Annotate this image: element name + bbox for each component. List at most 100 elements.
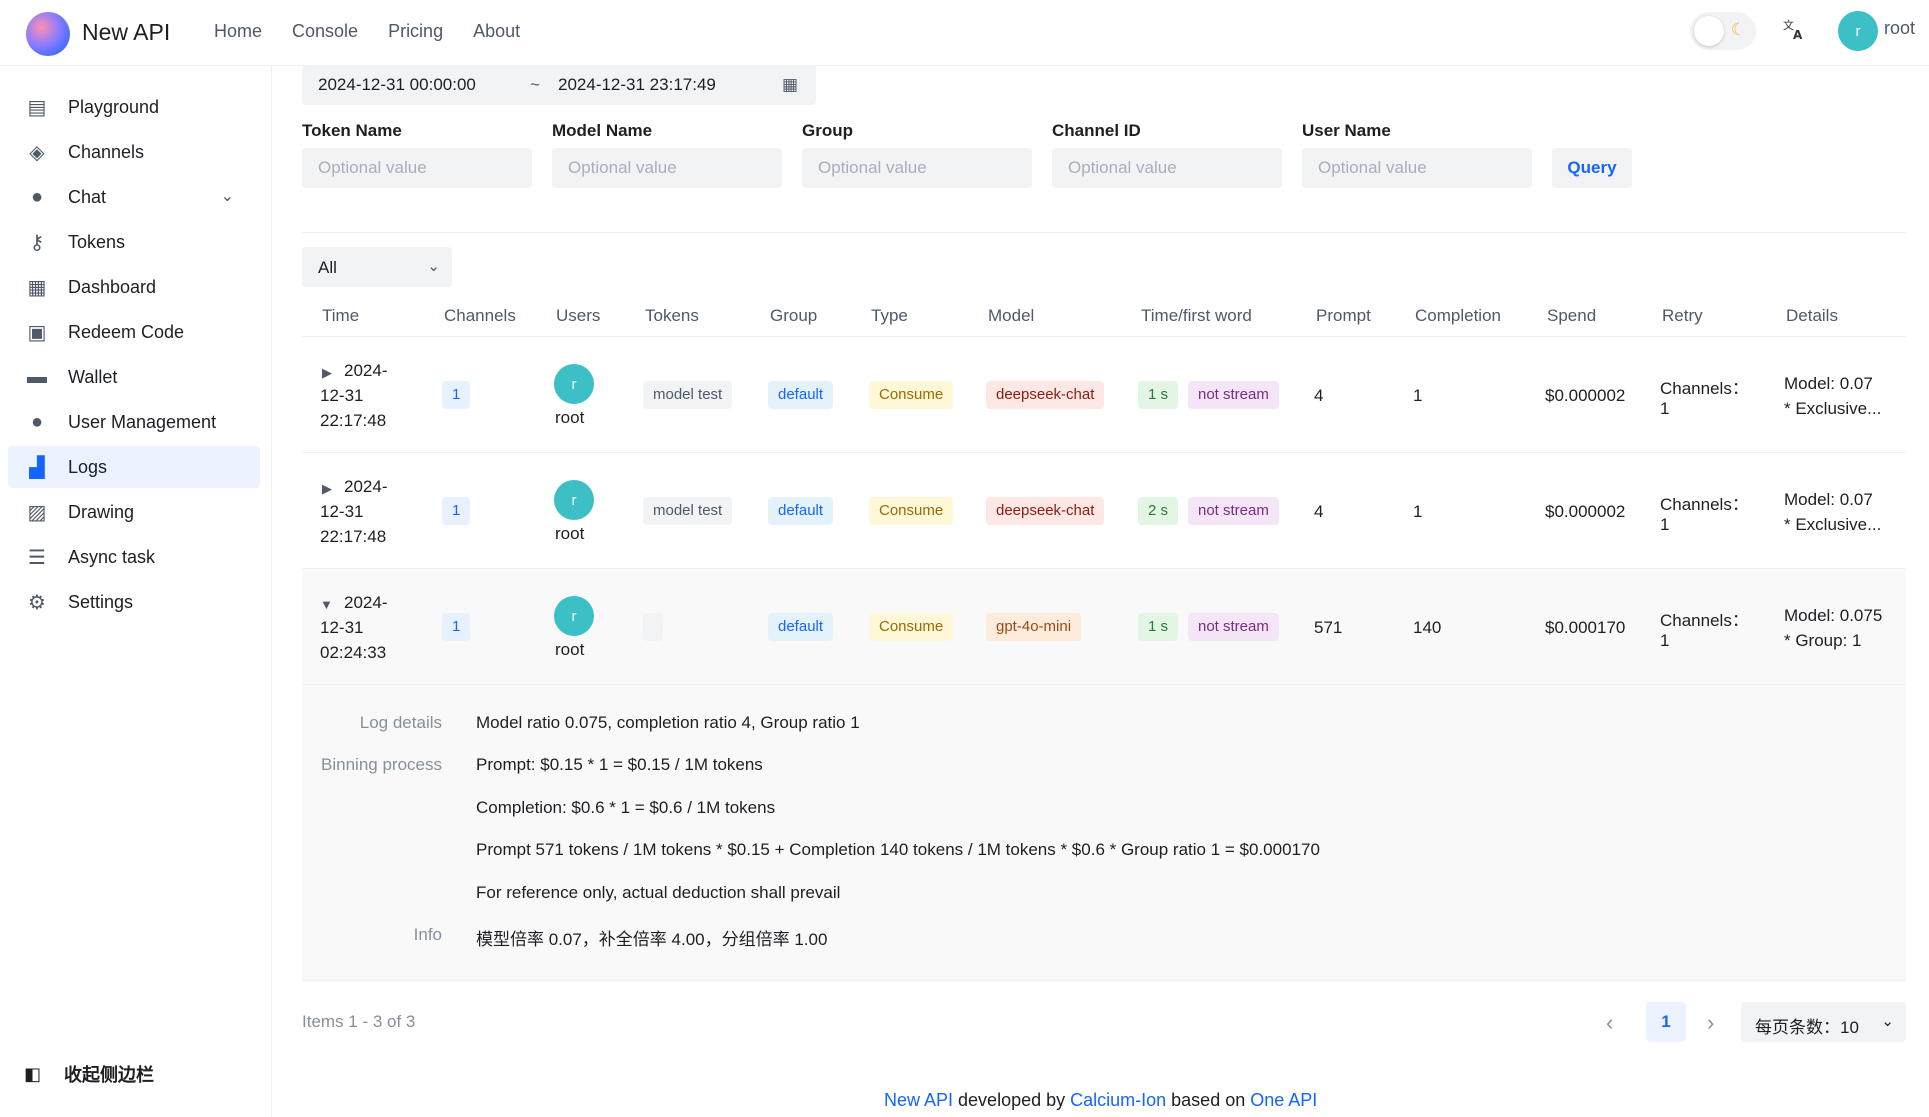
header-username[interactable]: root: [1884, 18, 1915, 39]
details-line-2: * Exclusive...: [1784, 515, 1882, 534]
user-avatar[interactable]: r: [1838, 11, 1878, 51]
type-tag: Consume: [869, 381, 954, 409]
footer: New API developed by Calcium-Ion based o…: [884, 1090, 1317, 1111]
sidebar-item-playground[interactable]: ▤ Playground: [8, 86, 260, 128]
nav-console[interactable]: Console: [292, 21, 358, 42]
group-label: Group: [802, 121, 853, 140]
group-tag: default: [768, 497, 834, 525]
date-separator: ~: [530, 75, 540, 94]
date-start: 2024-12-31 00:00:00: [318, 75, 476, 94]
details-line-2: * Exclusive...: [1784, 399, 1882, 418]
collapse-arrow-icon[interactable]: ▼: [320, 597, 333, 612]
sidebar-item-tokens[interactable]: ⚷ Tokens: [8, 221, 260, 263]
sidebar-item-channels[interactable]: ◈ Channels: [8, 131, 260, 173]
table-row[interactable]: ▶ 2024- 12-31 22:17:48 1 r root model te…: [302, 453, 1906, 569]
billing-line-4: For reference only, actual deduction sha…: [476, 883, 841, 902]
page-button-current[interactable]: 1: [1646, 1002, 1686, 1042]
calendar-icon[interactable]: ▦: [782, 75, 798, 95]
details-line-1: Model: 0.075: [1784, 606, 1883, 625]
expand-arrow-icon[interactable]: ▶: [322, 365, 332, 381]
sidebar-item-drawing[interactable]: ▨ Drawing: [8, 491, 260, 533]
sidebar: ▤ Playground ◈ Channels ● Chat ⌄ ⚷ Token…: [0, 66, 272, 1117]
col-spend: Spend: [1547, 306, 1597, 325]
retry-line-1: Channels：: [1660, 611, 1749, 630]
sidebar-item-chat[interactable]: ● Chat ⌄: [8, 176, 260, 218]
sidebar-item-async-task[interactable]: ☰ Async task: [8, 536, 260, 578]
sidebar-item-dashboard[interactable]: ▦ Dashboard: [8, 266, 260, 308]
collapse-sidebar-button[interactable]: ◧ 收起侧边栏: [24, 1061, 154, 1087]
time-line-3: 22:17:48: [320, 411, 387, 430]
model-name-input[interactable]: [552, 148, 782, 188]
sidebar-item-logs[interactable]: ▟ Logs: [8, 446, 260, 488]
gear-icon: ⚙: [28, 591, 46, 614]
collapse-label: 收起侧边栏: [64, 1065, 154, 1085]
details-line-1: Model: 0.07: [1784, 490, 1873, 509]
sidebar-item-wallet[interactable]: ▬ Wallet: [8, 356, 260, 398]
footer-link-calcium-ion[interactable]: Calcium-Ion: [1070, 1090, 1166, 1110]
prompt-value: 4: [1314, 502, 1324, 521]
model-tag: gpt-4o-mini: [986, 613, 1082, 641]
details-line-1: Model: 0.07: [1784, 374, 1873, 393]
top-nav: Home Console Pricing About: [214, 21, 550, 42]
prev-page-icon[interactable]: ‹: [1606, 1010, 1613, 1036]
col-users: Users: [556, 306, 601, 325]
user-name-input[interactable]: [1302, 148, 1532, 188]
brand-name[interactable]: New API: [82, 19, 170, 46]
top-header: New API Home Console Pricing About ☾ 文A …: [0, 0, 1929, 66]
table-row[interactable]: ▼ 2024- 12-31 02:24:33 1 r root default …: [302, 569, 1906, 685]
sidebar-item-user-management[interactable]: ● User Management: [8, 401, 260, 443]
col-details: Details: [1786, 306, 1838, 325]
translate-icon[interactable]: 文A: [1782, 17, 1806, 47]
model-tag: deepseek-chat: [986, 497, 1105, 525]
billing-line-2: Completion: $0.6 * 1 = $0.6 / 1M tokens: [476, 798, 776, 817]
token-tag: model test: [643, 497, 733, 525]
date-range-picker[interactable]: 2024-12-31 00:00:00 ~ 2024-12-31 23:17:4…: [302, 65, 816, 105]
token-name-input[interactable]: [302, 148, 532, 188]
chevron-down-icon: ⌄: [220, 188, 234, 205]
first-word-tag: 2 s: [1138, 497, 1179, 525]
query-button[interactable]: Query: [1552, 148, 1632, 188]
sidebar-item-label: Redeem Code: [68, 321, 185, 342]
page-size-select[interactable]: 每页条数：10 ⌄: [1741, 1002, 1906, 1042]
date-end: 2024-12-31 23:17:49: [558, 75, 716, 94]
retry-line-2: 1: [1660, 515, 1670, 534]
expand-arrow-icon[interactable]: ▶: [322, 481, 332, 497]
completion-value: 1: [1413, 502, 1423, 521]
table-row[interactable]: ▶ 2024- 12-31 22:17:48 1 r root model te…: [302, 337, 1906, 453]
chevron-down-icon: ⌄: [427, 258, 440, 275]
log-type-select[interactable]: All ⌄: [302, 247, 452, 287]
chat-bubble-icon: ●: [30, 185, 44, 208]
user-name-label: User Name: [1302, 121, 1391, 140]
footer-link-one-api[interactable]: One API: [1250, 1090, 1317, 1110]
user-name: root: [555, 408, 585, 427]
sidebar-item-settings[interactable]: ⚙ Settings: [8, 581, 260, 623]
spend-value: $0.000170: [1545, 618, 1626, 637]
user-name: root: [555, 640, 585, 659]
next-page-icon[interactable]: ›: [1707, 1010, 1714, 1036]
nav-home[interactable]: Home: [214, 21, 262, 42]
log-details-value: Model ratio 0.075, completion ratio 4, G…: [476, 713, 860, 732]
time-line-2: 12-31: [320, 502, 364, 521]
avatar: r: [554, 480, 594, 520]
sidebar-item-label: Drawing: [68, 501, 135, 522]
prompt-value: 571: [1314, 618, 1343, 637]
spend-value: $0.000002: [1545, 386, 1626, 405]
channel-tag: 1: [442, 497, 471, 525]
nav-pricing[interactable]: Pricing: [388, 21, 443, 42]
calendar-clock-icon: ▦: [27, 276, 47, 299]
col-model: Model: [988, 306, 1035, 325]
col-retry: Retry: [1662, 306, 1703, 325]
app-logo[interactable]: [26, 12, 70, 56]
bar-chart-icon: ▟: [29, 456, 45, 479]
footer-link-new-api[interactable]: New API: [884, 1090, 953, 1110]
user-icon: ●: [30, 410, 44, 433]
channel-id-input[interactable]: [1052, 148, 1282, 188]
svg-text:A: A: [1793, 28, 1803, 41]
nav-about[interactable]: About: [473, 21, 520, 42]
retry-line-1: Channels：: [1660, 379, 1749, 398]
theme-toggle[interactable]: ☾: [1690, 12, 1756, 50]
retry-line-1: Channels：: [1660, 495, 1749, 514]
group-input[interactable]: [802, 148, 1032, 188]
sidebar-item-redeem-code[interactable]: ▣ Redeem Code: [8, 311, 260, 353]
log-details-key: Log details: [359, 713, 442, 732]
